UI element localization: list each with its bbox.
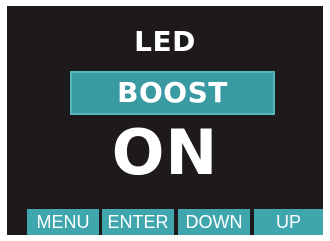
menu-button[interactable]: MENU: [27, 209, 99, 235]
mode-label: BOOST: [117, 76, 228, 109]
device-screen: LED BOOST ON MENU ENTER DOWN UP: [7, 6, 323, 235]
down-button[interactable]: DOWN: [178, 209, 250, 235]
status-value: ON: [111, 116, 219, 189]
enter-button[interactable]: ENTER: [102, 209, 174, 235]
up-button[interactable]: UP: [254, 209, 323, 235]
screen-title: LED: [134, 25, 196, 58]
mode-selector: BOOST: [70, 71, 275, 115]
